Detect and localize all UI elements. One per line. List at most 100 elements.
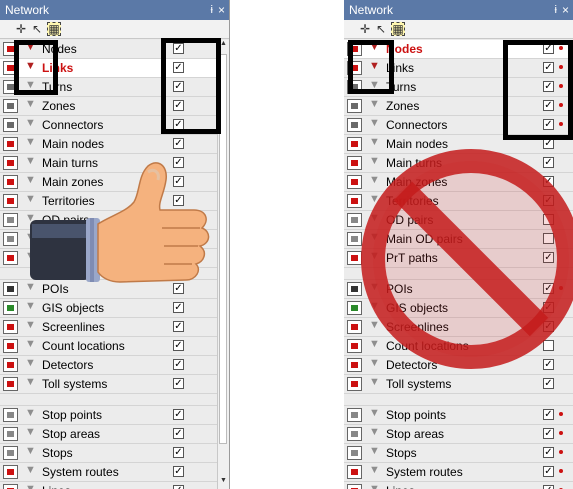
layer-label: Toll systems [42, 377, 108, 391]
visibility-checkbox[interactable]: ✓ [173, 321, 184, 332]
layer-label: Lines [386, 484, 415, 489]
visibility-checkbox[interactable]: ✓ [173, 409, 184, 420]
layer-type-icon [347, 99, 362, 113]
add-icon[interactable]: ✛ [358, 22, 372, 36]
layer-row[interactable]: ▼ Stop points ✓ [0, 406, 217, 425]
visibility-checkbox[interactable]: ✓ [173, 302, 184, 313]
layer-type-icon [3, 118, 18, 132]
layer-type-icon [3, 232, 18, 246]
add-icon[interactable]: ✛ [14, 22, 28, 36]
visibility-checkbox[interactable]: ✓ [543, 447, 554, 458]
layer-type-icon [3, 282, 18, 296]
layer-label: Stop areas [42, 427, 101, 441]
layer-type-icon [3, 175, 18, 189]
visibility-checkbox[interactable]: ✓ [173, 485, 184, 489]
filter-icon[interactable]: ▼ [369, 98, 380, 110]
layer-row[interactable]: ▼ Count locations ✓ [0, 337, 217, 356]
visibility-checkbox[interactable]: ✓ [173, 378, 184, 389]
layer-type-icon [3, 484, 18, 489]
layer-label: Stops [42, 446, 73, 460]
layer-label: Count locations [42, 339, 125, 353]
filter-icon[interactable]: ▼ [25, 117, 36, 129]
filter-icon[interactable]: ▼ [369, 464, 380, 476]
list-separator [0, 394, 217, 406]
callout-box-left-icons [14, 40, 58, 95]
layer-label: Stop points [42, 408, 103, 422]
layer-row[interactable]: ▼ Stops ✓ [0, 444, 217, 463]
layer-row[interactable]: ▼ System routes ✓ [344, 463, 573, 482]
visibility-checkbox[interactable]: ✓ [543, 485, 554, 489]
layer-type-icon [3, 408, 18, 422]
visibility-checkbox[interactable]: ✓ [543, 466, 554, 477]
visibility-checkbox[interactable]: ✓ [173, 340, 184, 351]
layer-type-icon [3, 99, 18, 113]
status-dot [559, 469, 563, 473]
close-icon[interactable]: × [562, 0, 569, 20]
filter-icon[interactable]: ▼ [369, 376, 380, 388]
layer-row[interactable]: ▼ GIS objects ✓ [0, 299, 217, 318]
layer-row[interactable]: ▼ Lines ✓ [344, 482, 573, 489]
layer-row[interactable]: ▼ Screenlines ✓ [0, 318, 217, 337]
pin-icon[interactable]: ɨ [211, 0, 213, 20]
filter-icon[interactable]: ▼ [25, 136, 36, 148]
pointer-icon[interactable]: ↖ [374, 22, 388, 36]
layer-row[interactable]: ▼ Stops ✓ [344, 444, 573, 463]
filter-icon[interactable]: ▼ [25, 338, 36, 350]
layer-type-icon [3, 377, 18, 391]
layer-label: Lines [42, 484, 71, 489]
filter-icon[interactable]: ▼ [25, 319, 36, 331]
visibility-checkbox[interactable]: ✓ [543, 378, 554, 389]
panel-toolbar: ✛ ↖ ▦ [0, 20, 229, 39]
pointer-icon[interactable]: ↖ [30, 22, 44, 36]
filter-icon[interactable]: ▼ [369, 483, 380, 489]
pin-icon[interactable]: ɨ [555, 0, 557, 20]
filter-icon[interactable]: ▼ [25, 376, 36, 388]
visibility-checkbox[interactable]: ✓ [173, 428, 184, 439]
layer-label: Zones [42, 99, 76, 113]
visibility-checkbox[interactable]: ✓ [173, 138, 184, 149]
layer-row[interactable]: ▼ Lines ✓ [0, 482, 217, 489]
filter-icon[interactable]: ▼ [25, 407, 36, 419]
filter-icon[interactable]: ▼ [25, 98, 36, 110]
visibility-checkbox[interactable]: ✓ [543, 428, 554, 439]
status-dot [559, 450, 563, 454]
layer-type-icon [3, 427, 18, 441]
layer-label: GIS objects [42, 301, 105, 315]
layer-label: Main nodes [42, 137, 105, 151]
layer-type-icon [3, 137, 18, 151]
visibility-checkbox[interactable]: ✓ [173, 466, 184, 477]
layer-type-icon [347, 484, 362, 489]
filter-icon[interactable]: ▼ [25, 464, 36, 476]
layer-row[interactable]: ▼ Toll systems ✓ [344, 375, 573, 394]
visibility-checkbox[interactable]: ✓ [173, 447, 184, 458]
layer-label: Detectors [42, 358, 94, 372]
layer-row[interactable]: ▼ System routes ✓ [0, 463, 217, 482]
filter-icon[interactable]: ▼ [369, 426, 380, 438]
visibility-checkbox[interactable]: ✓ [543, 409, 554, 420]
layer-row[interactable]: ▼ Stop areas ✓ [344, 425, 573, 444]
layer-type-icon [3, 465, 18, 479]
layer-row[interactable]: ▼ Main nodes ✓ [0, 135, 217, 154]
layer-type-icon [3, 251, 18, 265]
scroll-down-icon[interactable]: ▼ [218, 477, 229, 489]
filter-icon[interactable]: ▼ [25, 483, 36, 489]
select-rect-icon[interactable]: ▦ [391, 22, 405, 36]
close-icon[interactable]: × [218, 0, 225, 20]
layer-row[interactable]: ▼ Toll systems ✓ [0, 375, 217, 394]
layer-row[interactable]: ▼ Detectors ✓ [0, 356, 217, 375]
select-rect-icon[interactable]: ▦ [47, 22, 61, 36]
filter-icon[interactable]: ▼ [369, 445, 380, 457]
filter-icon[interactable]: ▼ [25, 426, 36, 438]
filter-icon[interactable]: ▼ [25, 357, 36, 369]
layer-row[interactable]: ▼ Stop points ✓ [344, 406, 573, 425]
layer-label: Zones [386, 99, 420, 113]
filter-icon[interactable]: ▼ [25, 445, 36, 457]
layer-row[interactable]: ▼ Stop areas ✓ [0, 425, 217, 444]
visibility-checkbox[interactable]: ✓ [173, 359, 184, 370]
layer-label: Stop points [386, 408, 447, 422]
layer-type-icon [3, 301, 18, 315]
filter-icon[interactable]: ▼ [25, 300, 36, 312]
layer-type-icon [3, 339, 18, 353]
filter-icon[interactable]: ▼ [369, 407, 380, 419]
filter-icon[interactable]: ▼ [369, 117, 380, 129]
